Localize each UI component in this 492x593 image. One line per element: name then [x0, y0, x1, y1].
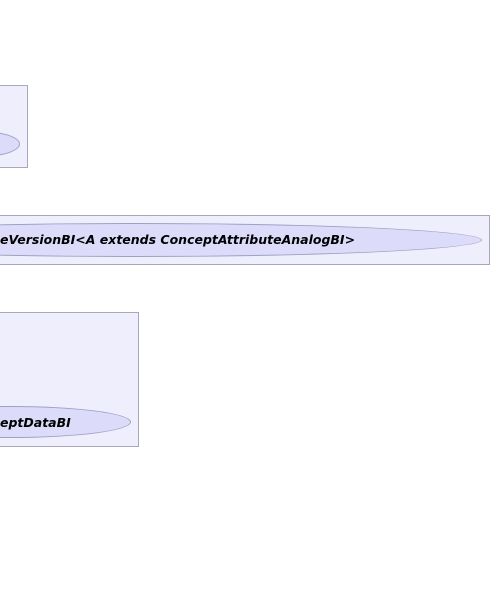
- package-box-top: [0, 85, 28, 168]
- interface-label-data: eptDataBI: [0, 415, 71, 430]
- interface-label-version: eVersionBI<A extends ConceptAttributeAna…: [0, 232, 356, 247]
- diagram-canvas: eVersionBI<A extends ConceptAttributeAna…: [0, 0, 492, 593]
